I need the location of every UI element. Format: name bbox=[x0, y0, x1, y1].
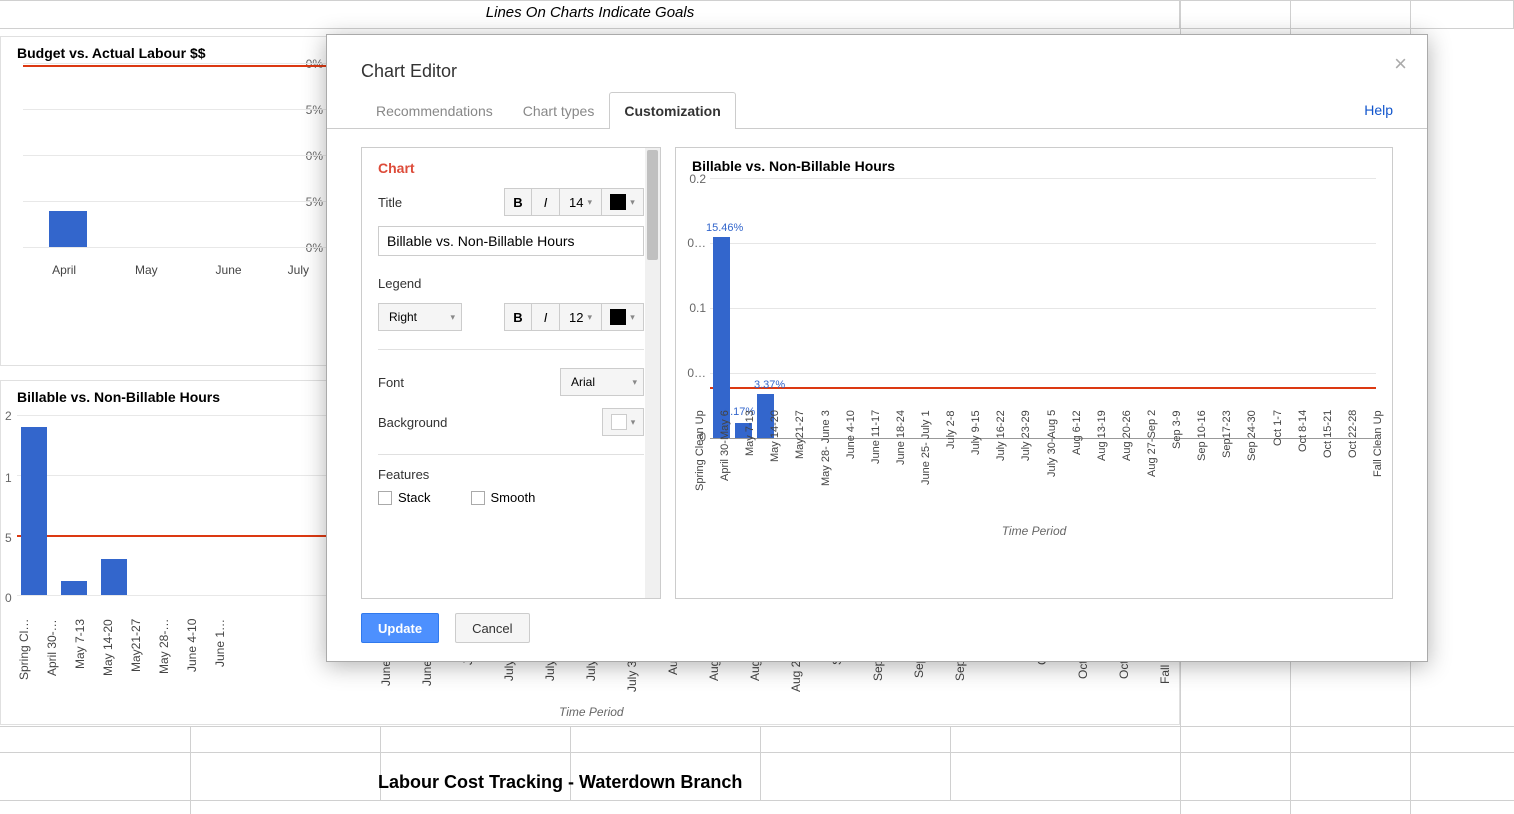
panel-scrollbar[interactable] bbox=[645, 148, 660, 598]
section-header: Labour Cost Tracking - Waterdown Branch bbox=[378, 772, 742, 793]
preview-x-label: Spring Clean Up bbox=[694, 410, 714, 520]
y-label: 1 bbox=[5, 471, 12, 485]
preview-x-label: Aug 13-19 bbox=[1096, 410, 1116, 520]
help-link[interactable]: Help bbox=[1364, 102, 1393, 118]
preview-x-label: Fall Clean Up bbox=[1372, 410, 1392, 520]
y-tick: 0.1 bbox=[689, 301, 706, 315]
data-label: 3.37% bbox=[754, 379, 785, 391]
x-label: June bbox=[187, 263, 269, 277]
chart-preview: Billable vs. Non-Billable Hours 0.2 0… 0… bbox=[675, 147, 1393, 599]
preview-x-label: July 2-8 bbox=[945, 410, 965, 520]
preview-x-label: May 7-13 bbox=[744, 410, 764, 520]
preview-x-label: June 11-17 bbox=[870, 410, 890, 520]
tab-customization[interactable]: Customization bbox=[609, 92, 735, 129]
preview-x-label: June 18-24 bbox=[895, 410, 915, 520]
bar bbox=[49, 211, 87, 247]
y-tick: 0… bbox=[687, 236, 706, 250]
font-label: Font bbox=[378, 375, 404, 390]
tab-recommendations[interactable]: Recommendations bbox=[361, 92, 508, 129]
preview-x-label: Aug 6-12 bbox=[1071, 410, 1091, 520]
features-label: Features bbox=[378, 467, 644, 482]
cancel-button[interactable]: Cancel bbox=[455, 613, 529, 643]
preview-axis-title: Time Period bbox=[1002, 524, 1067, 538]
section-chart-label: Chart bbox=[378, 160, 644, 176]
chart-title-input[interactable] bbox=[378, 226, 644, 256]
y-label: 5 bbox=[5, 531, 12, 545]
y-label: 5% bbox=[306, 195, 323, 209]
tab-chart-types[interactable]: Chart types bbox=[508, 92, 610, 129]
background-color-select[interactable]: ▾ bbox=[602, 408, 644, 436]
preview-x-label: July 9-15 bbox=[970, 410, 990, 520]
y-label: 0% bbox=[306, 241, 323, 255]
update-button[interactable]: Update bbox=[361, 613, 439, 643]
preview-x-label: Sep17-23 bbox=[1221, 410, 1241, 520]
y-label: 0 bbox=[5, 591, 12, 605]
legend-bold-button[interactable]: B bbox=[504, 303, 532, 331]
y-tick: 0… bbox=[687, 366, 706, 380]
preview-x-label: May 28- June 3 bbox=[820, 410, 840, 520]
title-bold-button[interactable]: B bbox=[504, 188, 532, 216]
y-label: 2 bbox=[5, 409, 12, 423]
stack-checkbox[interactable]: Stack bbox=[378, 490, 431, 505]
preview-x-label: June 25- July 1 bbox=[920, 410, 940, 520]
y-label: 5% bbox=[306, 103, 323, 117]
smooth-checkbox[interactable]: Smooth bbox=[471, 490, 536, 505]
font-select[interactable]: Arial▾ bbox=[560, 368, 644, 396]
x-label: May bbox=[105, 263, 187, 277]
preview-x-label: Sep 10-16 bbox=[1196, 410, 1216, 520]
x-label: July bbox=[270, 263, 327, 277]
x-label: April bbox=[23, 263, 105, 277]
preview-x-label: July 30-Aug 5 bbox=[1046, 410, 1066, 520]
preview-x-label: Aug 20-26 bbox=[1121, 410, 1141, 520]
preview-x-label: Oct 1-7 bbox=[1272, 410, 1292, 520]
preview-goal-line bbox=[710, 387, 1376, 389]
legend-italic-button[interactable]: I bbox=[532, 303, 560, 331]
close-icon[interactable]: × bbox=[1394, 53, 1407, 75]
bar bbox=[101, 559, 127, 595]
preview-x-label: Oct 22-28 bbox=[1347, 410, 1367, 520]
y-tick: 0.2 bbox=[689, 172, 706, 186]
title-label: Title bbox=[378, 195, 402, 210]
dialog-tabs: Recommendations Chart types Customizatio… bbox=[327, 92, 1427, 129]
title-italic-button[interactable]: I bbox=[532, 188, 560, 216]
preview-x-label: Sep 24-30 bbox=[1246, 410, 1266, 520]
preview-x-label: May 14-20 bbox=[769, 410, 789, 520]
preview-x-label: May21-27 bbox=[794, 410, 814, 520]
preview-x-label: Sep 3-9 bbox=[1171, 410, 1191, 520]
background-label: Background bbox=[378, 415, 447, 430]
preview-x-label: April 30-May 6 bbox=[719, 410, 739, 520]
sheet-header: Lines On Charts Indicate Goals bbox=[0, 4, 1180, 21]
preview-x-label: July 16-22 bbox=[995, 410, 1015, 520]
bar bbox=[21, 427, 47, 595]
legend-label: Legend bbox=[378, 276, 421, 291]
title-fontsize-select[interactable]: 14▾ bbox=[560, 188, 602, 216]
dialog-title: Chart Editor bbox=[361, 61, 1393, 82]
legend-position-select[interactable]: Right▾ bbox=[378, 303, 462, 331]
legend-fontsize-select[interactable]: 12▾ bbox=[560, 303, 602, 331]
y-label: 0% bbox=[306, 149, 323, 163]
y-label: 0% bbox=[306, 57, 323, 71]
preview-x-label: Oct 8-14 bbox=[1297, 410, 1317, 520]
preview-x-label: Oct 15-21 bbox=[1322, 410, 1342, 520]
preview-title: Billable vs. Non-Billable Hours bbox=[692, 158, 1376, 174]
customize-panel: Chart Title B I 14▾ ▾ Legend bbox=[361, 147, 661, 599]
preview-x-label: June 4-10 bbox=[845, 410, 865, 520]
preview-x-axis: Spring Clean UpApril 30-May 6May 7-13May… bbox=[694, 410, 1392, 520]
chart-editor-dialog: Chart Editor × Recommendations Chart typ… bbox=[326, 34, 1428, 662]
data-label: 15.46% bbox=[706, 222, 743, 234]
title-color-select[interactable]: ▾ bbox=[602, 188, 644, 216]
bar bbox=[61, 581, 87, 595]
preview-x-label: July 23-29 bbox=[1020, 410, 1040, 520]
preview-x-label: Aug 27-Sep 2 bbox=[1146, 410, 1166, 520]
legend-color-select[interactable]: ▾ bbox=[602, 303, 644, 331]
